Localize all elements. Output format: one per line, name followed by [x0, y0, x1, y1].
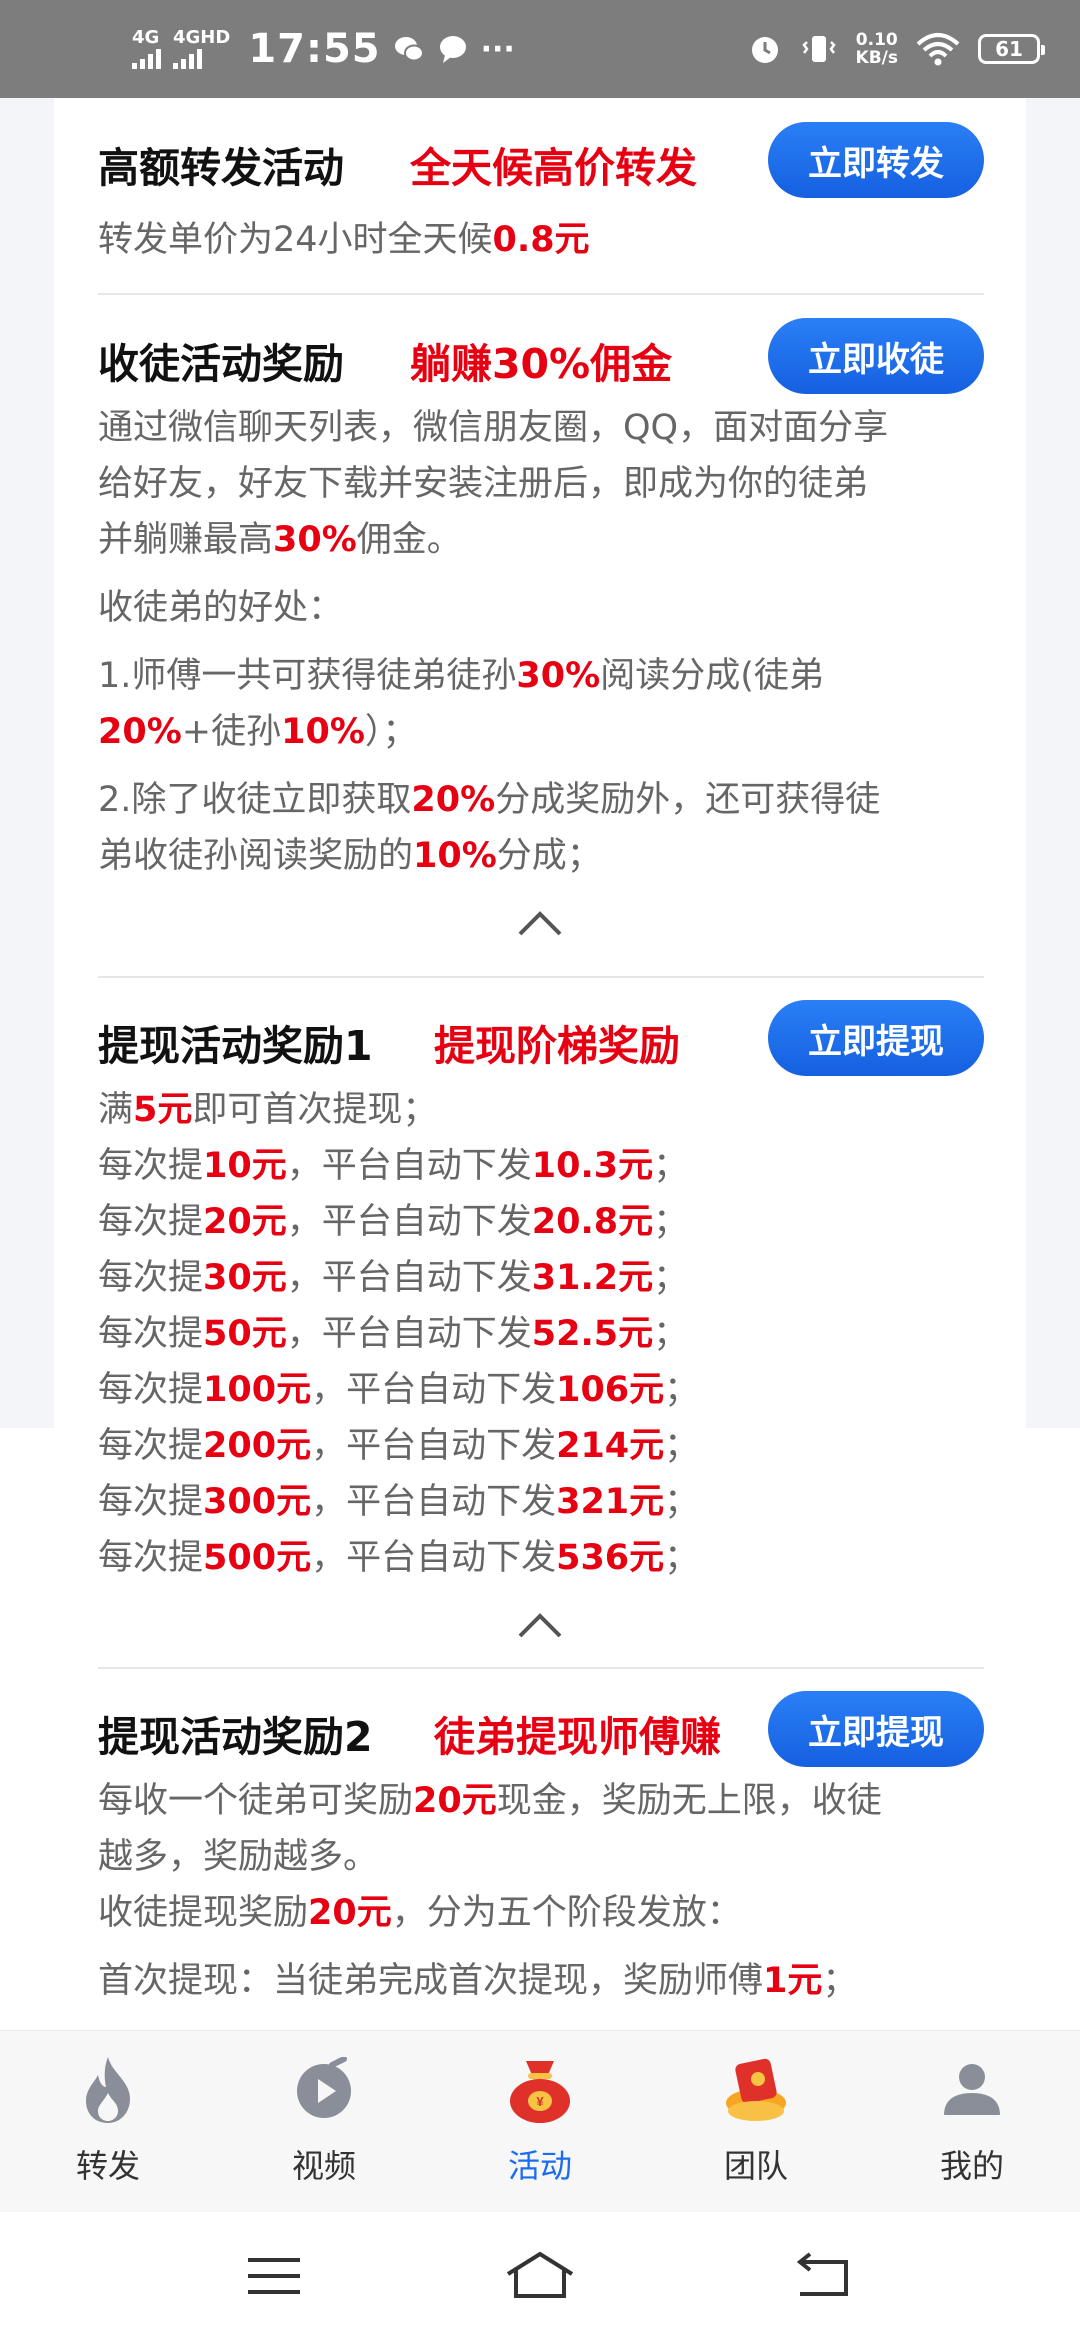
section-highlight: 全天候高价转发: [410, 144, 697, 192]
tab-team[interactable]: 团队: [648, 2031, 864, 2213]
video-play-icon: [297, 2057, 351, 2118]
battery-level: 61: [995, 37, 1023, 61]
section-title: 收徒活动奖励: [98, 340, 344, 388]
first-withdraw-text: 满5元即可首次提现；: [98, 1090, 438, 1130]
benefit-1: 1.师傅一共可获得徒弟徒孙30%阅读分成(徒弟: [98, 656, 824, 696]
section-forward: 高额转发活动 全天候高价转发 立即转发 转发单价为24小时全天候0.8元: [98, 122, 984, 268]
tab-label: 团队: [723, 2147, 788, 2185]
withdraw2-description: 每收一个徒弟可奖励20元现金，奖励无上限，收徒 越多，奖励越多。 收徒提现奖励2…: [98, 1781, 882, 2001]
tab-label: 我的: [939, 2147, 1004, 2185]
more-notifications-icon: ···: [480, 31, 515, 67]
recruit-now-button[interactable]: 立即收徒: [768, 318, 984, 394]
divider: [98, 293, 984, 295]
status-right: 0.10 KB/s 61: [748, 24, 1045, 74]
withdraw-now-button[interactable]: 立即提现: [768, 1000, 984, 1076]
benefit-2: 2.除了收徒立即获取20%分成奖励外，还可获得徒: [98, 780, 881, 820]
benefit-title: 收徒弟的好处：: [98, 588, 344, 628]
tab-label: 视频: [291, 2147, 356, 2185]
alarm-icon: [751, 37, 778, 63]
withdraw-tier-row: 每次提10元，平台自动下发10.3元；: [98, 1146, 689, 1186]
section-highlight: 提现阶梯奖励: [434, 1022, 680, 1070]
divider: [98, 976, 984, 978]
section-withdraw-1: 提现活动奖励1 提现阶梯奖励 立即提现 满5元即可首次提现； 每次提10元，平台…: [98, 1000, 984, 1586]
menu-icon[interactable]: [234, 2248, 314, 2304]
network-type-sim1: 4G: [132, 27, 160, 48]
network-speed: 0.10 KB/s: [856, 31, 898, 67]
battery-icon: 61: [978, 34, 1045, 64]
forward-price-text: 转发单价为24小时全天候0.8元: [98, 220, 590, 260]
wifi-icon: [916, 33, 960, 66]
speed-value: 0.10: [855, 30, 898, 50]
home-icon[interactable]: [500, 2248, 580, 2304]
section-title: 高额转发活动: [98, 144, 344, 192]
section-highlight: 徒弟提现师傅赚: [434, 1713, 721, 1761]
flame-icon: [86, 2057, 130, 2123]
recruit-description: 通过微信聊天列表，微信朋友圈，QQ，面对面分享 给好友，好友下载并安装注册后，即…: [98, 400, 984, 884]
bottom-tab-bar: 转发 视频 ¥ 活动 团队 我的: [0, 2030, 1080, 2213]
tab-video[interactable]: 视频: [216, 2031, 432, 2213]
withdraw-tier-row: 每次提30元，平台自动下发31.2元；: [98, 1258, 689, 1298]
message-icon: [439, 36, 466, 63]
status-left: 4G 4GHD 17:55 ···: [132, 22, 515, 76]
withdraw-tier-row: 每次提300元，平台自动下发321元；: [98, 1482, 700, 1522]
tab-label: 转发: [75, 2147, 140, 2185]
withdraw-now-button[interactable]: 立即提现: [768, 1691, 984, 1767]
network-type-sim2: 4GHD: [173, 27, 231, 48]
forward-now-button[interactable]: 立即转发: [768, 122, 984, 198]
status-bar: 4G 4GHD 17:55 ··· 0.10 KB/s 61: [0, 0, 1080, 98]
section-highlight: 躺赚30%佣金: [410, 340, 673, 388]
system-navigation-bar: [0, 2212, 1080, 2340]
section-title: 提现活动奖励2: [98, 1713, 373, 1761]
lucky-bag-icon: ¥: [510, 2061, 570, 2123]
withdraw-tier-list: 满5元即可首次提现； 每次提10元，平台自动下发10.3元； 每次提20元，平台自…: [98, 1082, 984, 1586]
withdraw-tier-row: 每次提200元，平台自动下发214元；: [98, 1426, 700, 1466]
speed-unit: KB/s: [855, 48, 898, 68]
tab-label: 活动: [507, 2147, 572, 2185]
tab-activity[interactable]: ¥ 活动: [432, 2031, 648, 2213]
signal-sim1: 4G: [132, 29, 161, 69]
back-icon[interactable]: [786, 2248, 866, 2304]
vibrate-icon: [801, 36, 836, 62]
signal-bars-icon: [132, 47, 161, 69]
withdraw-tier-row: 每次提100元，平台自动下发106元；: [98, 1370, 700, 1410]
signal-sim2: 4GHD: [173, 29, 230, 69]
divider: [98, 1667, 984, 1669]
withdraw-tier-row: 每次提50元，平台自动下发52.5元；: [98, 1314, 689, 1354]
clock: 17:55: [248, 26, 381, 72]
tab-mine[interactable]: 我的: [864, 2031, 1080, 2213]
tab-forward[interactable]: 转发: [0, 2031, 216, 2213]
signal-bars-icon: [173, 47, 202, 69]
red-envelope-icon: [726, 2058, 786, 2121]
section-title: 提现活动奖励1: [98, 1022, 373, 1070]
collapse-chevron-icon[interactable]: [516, 908, 564, 938]
wechat-icon: [394, 37, 424, 62]
section-recruit: 收徒活动奖励 躺赚30%佣金 立即收徒 通过微信聊天列表，微信朋友圈，QQ，面对…: [98, 318, 984, 884]
section-withdraw-2: 提现活动奖励2 徒弟提现师傅赚 立即提现 每收一个徒弟可奖励20元现金，奖励无上…: [98, 1691, 984, 2009]
svg-text:¥: ¥: [536, 2094, 544, 2109]
withdraw-tier-row: 每次提20元，平台自动下发20.8元；: [98, 1202, 689, 1242]
collapse-chevron-icon[interactable]: [516, 1610, 564, 1640]
withdraw-tier-row: 每次提500元，平台自动下发536元；: [98, 1538, 700, 1578]
user-profile-icon: [944, 2064, 1000, 2115]
